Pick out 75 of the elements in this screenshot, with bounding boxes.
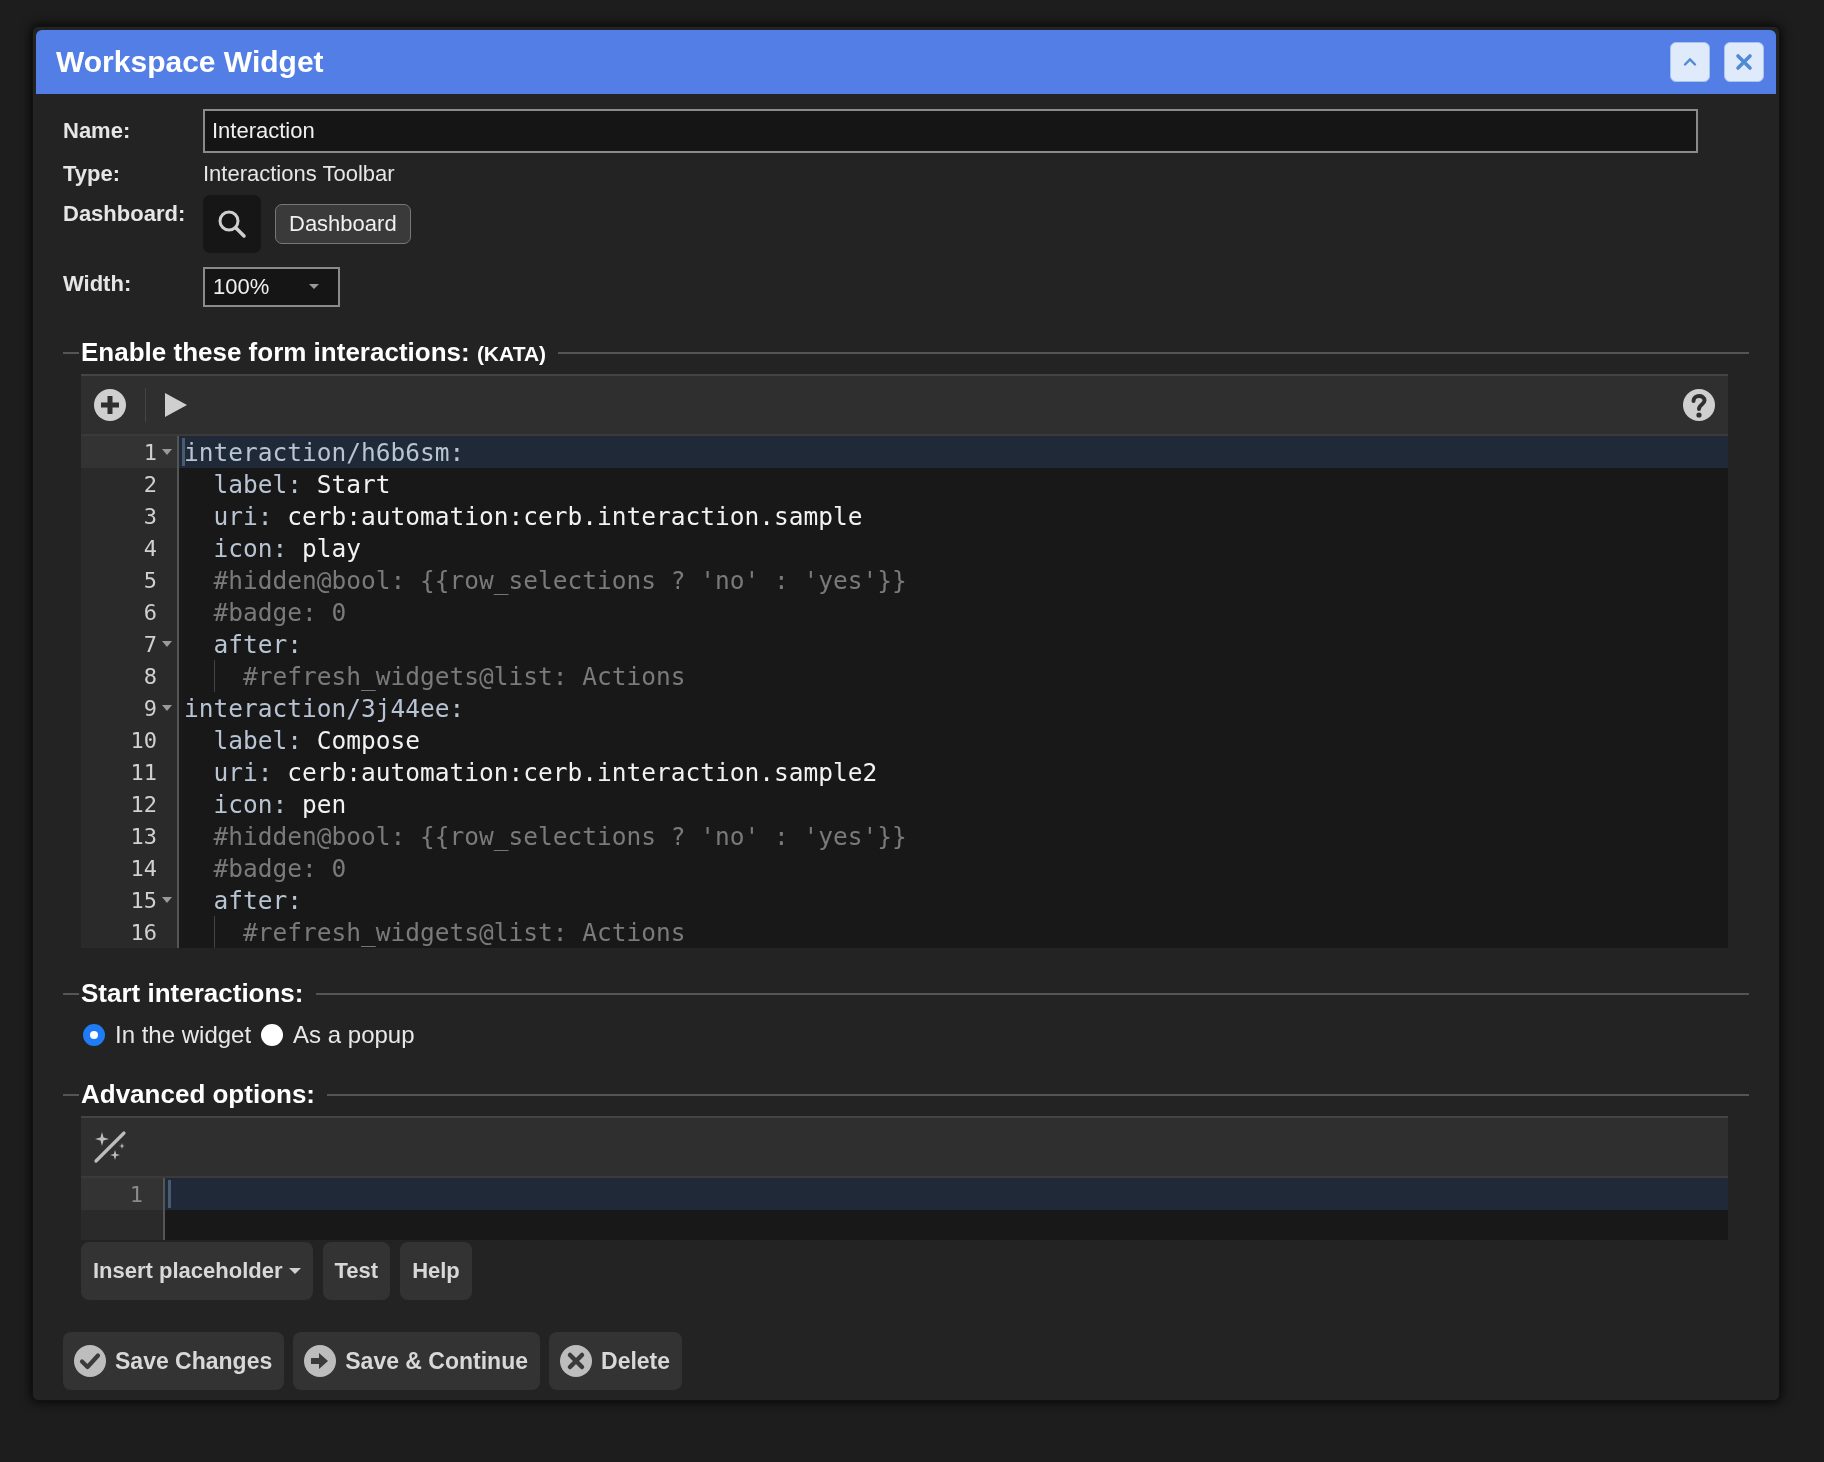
width-select[interactable]: 100% (203, 267, 340, 307)
radio-label[interactable]: In the widget (115, 1021, 252, 1049)
save-button[interactable]: Save Changes (63, 1332, 285, 1390)
add-icon[interactable] (93, 388, 127, 422)
line-number: 12 (130, 791, 157, 817)
fold-caret-icon[interactable] (162, 704, 172, 712)
code-line: interaction/h6b6sm: (184, 437, 465, 467)
line-number: 8 (143, 663, 157, 689)
width-label: Width: (63, 271, 133, 297)
code-line: icon: pen (213, 789, 347, 819)
code-line: #hidden@bool: {{row_selections ? 'no' : 'yes'}} (213, 821, 907, 851)
line-number: 13 (130, 823, 157, 849)
continue-button[interactable]: Save & Continue (293, 1332, 540, 1390)
code-line: after: (213, 629, 302, 659)
play-icon[interactable] (164, 392, 188, 418)
code-line: uri: cerb:automation:cerb.interaction.sample (213, 501, 863, 531)
close-icon (1735, 53, 1753, 71)
caret-icon (308, 283, 320, 291)
line-number: 6 (143, 599, 157, 625)
close-button[interactable] (1724, 42, 1764, 82)
toolbar-button[interactable]: Test (322, 1242, 391, 1300)
toolbar-button[interactable]: Help (400, 1242, 472, 1300)
line-number: 15 (130, 887, 157, 913)
radio-button[interactable] (261, 1024, 284, 1046)
line-number: 7 (143, 631, 157, 657)
collapse-button[interactable] (1670, 42, 1710, 82)
help-icon[interactable] (1682, 388, 1716, 422)
code-editor[interactable]: 1 (81, 1116, 1728, 1240)
search-icon (216, 208, 248, 240)
fold-caret-icon[interactable] (162, 640, 172, 648)
magic-wand-icon[interactable] (93, 1130, 127, 1164)
line-number: 10 (130, 727, 157, 753)
radio-label[interactable]: As a popup (293, 1021, 415, 1049)
x-circle-icon (559, 1344, 593, 1378)
code-line: uri: cerb:automation:cerb.interaction.sample2 (213, 757, 878, 787)
section-legend: Start interactions: (81, 978, 304, 1009)
code-line: #refresh_widgets@list: Actions (243, 661, 686, 691)
code-line: #refresh_widgets@list: Actions (243, 917, 686, 947)
dropdown-button[interactable]: Insert placeholder (81, 1242, 313, 1300)
window-title: Workspace Widget (56, 45, 324, 79)
code-line: icon: play (213, 533, 362, 563)
code-line: after: (213, 885, 302, 915)
dashboard-chip[interactable]: Dashboard (275, 204, 411, 244)
search-button[interactable] (203, 195, 261, 253)
code-line: interaction/3j44ee: (184, 693, 465, 723)
name-field[interactable]: Interaction (203, 109, 1698, 153)
line-number: 3 (143, 503, 157, 529)
type-value: Interactions Toolbar (203, 161, 396, 187)
name-label: Name: (63, 118, 132, 144)
check-circle-icon (73, 1344, 107, 1378)
line-number: 5 (143, 567, 157, 593)
line-number: 1 (143, 439, 157, 465)
line-number: 14 (130, 855, 157, 881)
delete-button[interactable]: Delete (549, 1332, 683, 1390)
code-line: label: Compose (213, 725, 421, 755)
section-legend: Enable these form interactions: (KATA) (81, 337, 547, 368)
radio-button[interactable] (83, 1024, 105, 1046)
code-line: #badge: 0 (213, 597, 347, 627)
code-line: label: Start (213, 469, 391, 499)
type-label: Type: (63, 161, 122, 187)
line-number: 4 (143, 535, 157, 561)
line-number: 16 (130, 919, 157, 945)
line-number: 11 (130, 759, 157, 785)
line-number: 1 (129, 1181, 143, 1207)
fold-caret-icon[interactable] (162, 448, 172, 456)
code-editor[interactable] (81, 374, 1728, 948)
fold-caret-icon[interactable] (162, 896, 172, 904)
code-line: #hidden@bool: {{row_selections ? 'no' : 'yes'}} (213, 565, 907, 595)
line-number: 9 (143, 695, 157, 721)
arrow-circle-icon (303, 1344, 338, 1378)
caret-icon (288, 1267, 301, 1275)
section-legend: Advanced options: (81, 1079, 315, 1110)
dashboard-label: Dashboard: (63, 201, 187, 227)
code-line: #badge: 0 (213, 853, 347, 883)
line-number: 2 (143, 471, 157, 497)
